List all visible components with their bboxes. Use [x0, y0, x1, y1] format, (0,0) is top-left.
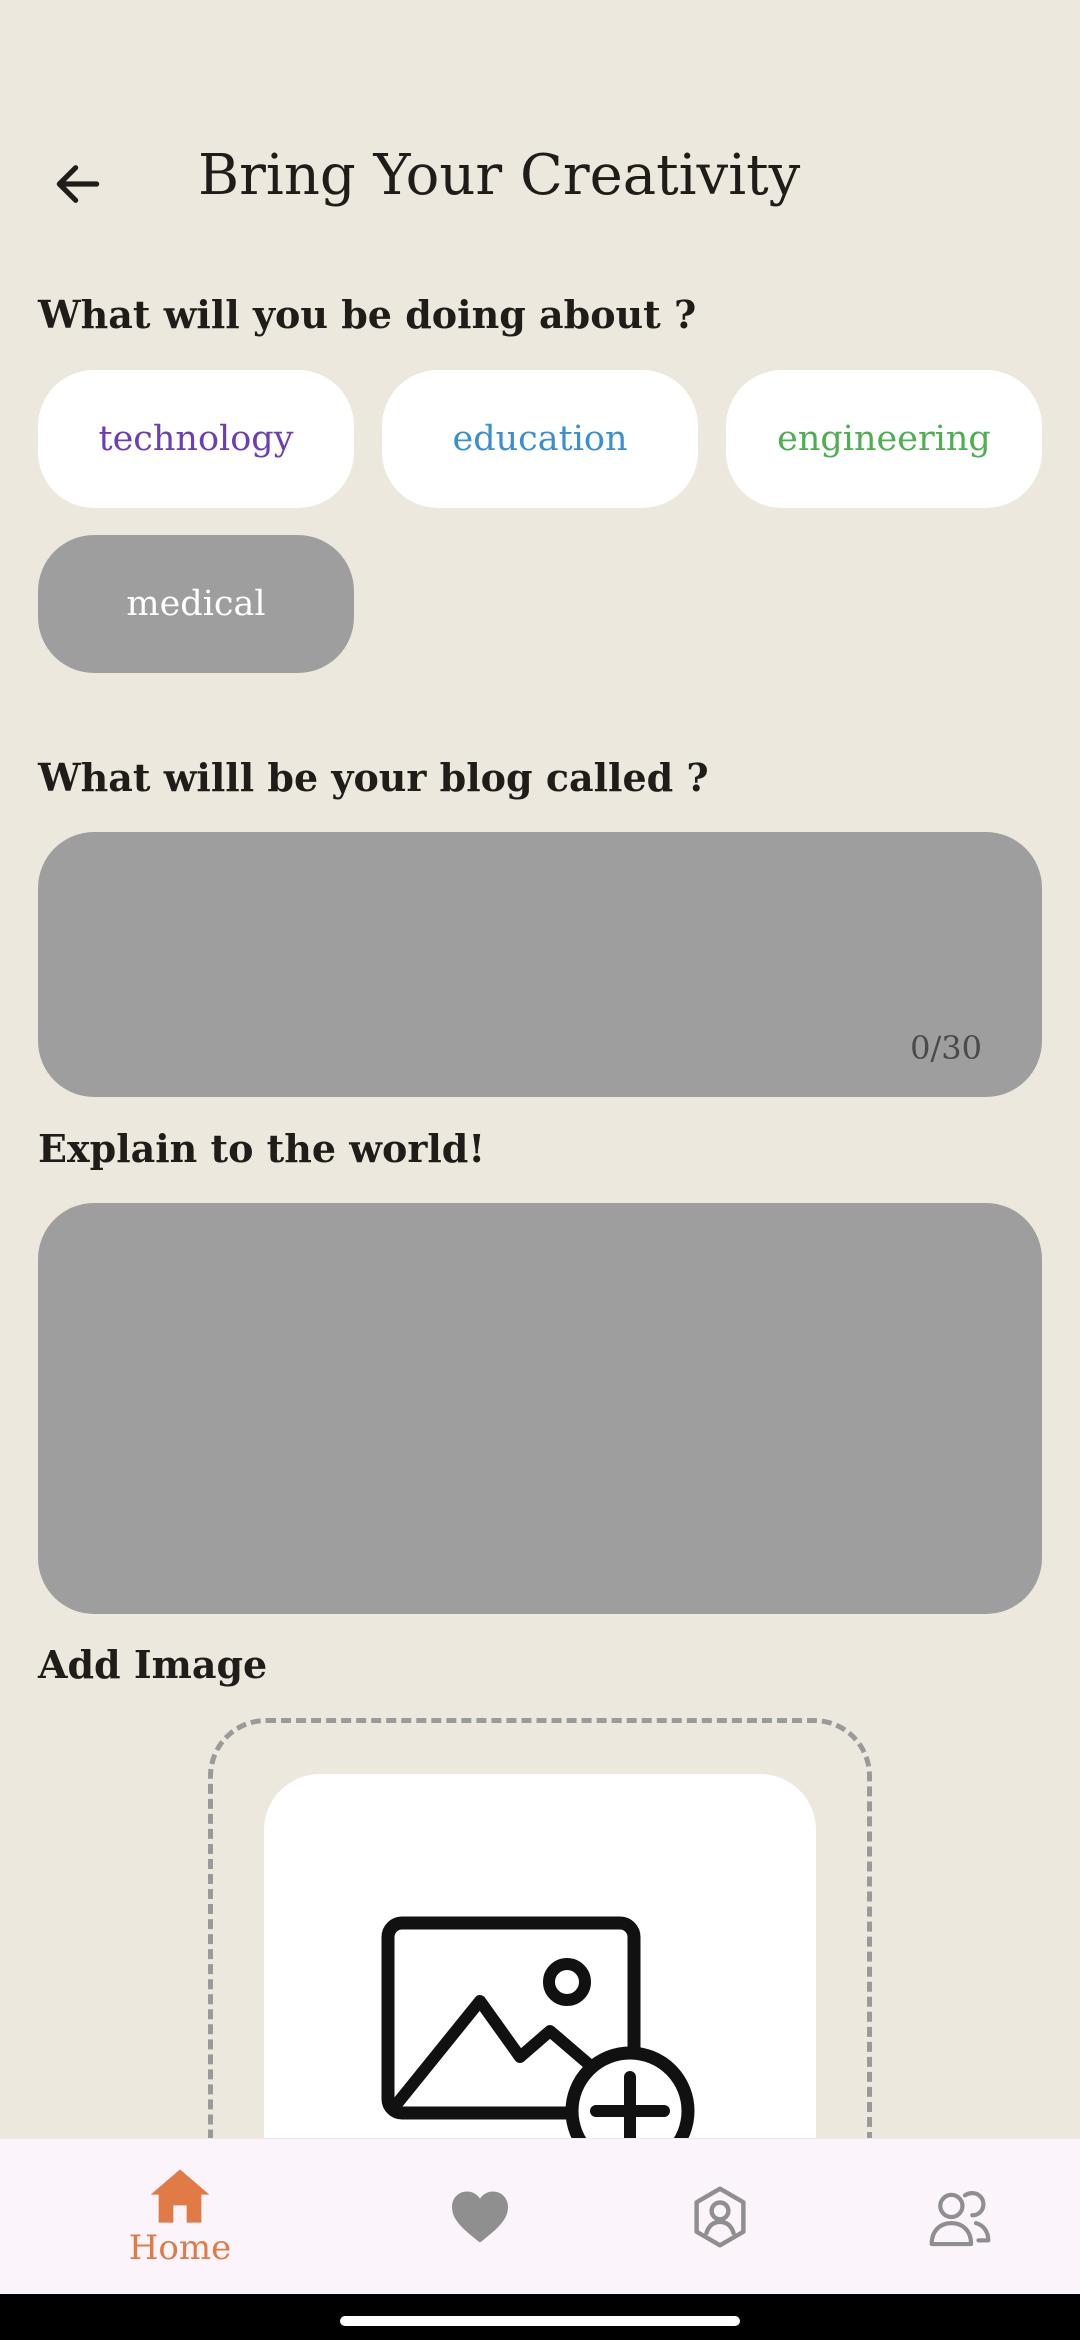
- description-label: Explain to the world!: [38, 1126, 486, 1171]
- app-screen: Bring Your Creativity What will you be d…: [0, 0, 1080, 2340]
- heart-icon: [452, 2191, 508, 2243]
- people-icon: [929, 2191, 991, 2247]
- chip-education[interactable]: education: [382, 370, 698, 508]
- bottom-navigation: Home: [0, 2138, 1080, 2294]
- add-photo-icon: [381, 1916, 695, 2175]
- system-gesture-bar: [0, 2294, 1080, 2340]
- nav-favorites[interactable]: [400, 2139, 560, 2295]
- nav-community[interactable]: [880, 2139, 1040, 2295]
- home-gesture-handle[interactable]: [340, 2316, 740, 2326]
- chip-engineering[interactable]: engineering: [726, 370, 1042, 508]
- description-input[interactable]: [38, 1203, 1042, 1614]
- top-app-bar: Bring Your Creativity: [0, 120, 1080, 232]
- chip-technology[interactable]: technology: [38, 370, 354, 508]
- topic-section-label: What will you be doing about ?: [38, 292, 697, 337]
- chip-medical[interactable]: medical: [38, 535, 354, 673]
- home-icon: [150, 2169, 210, 2223]
- nav-profile[interactable]: [640, 2139, 800, 2295]
- blog-name-label: What willl be your blog called ?: [38, 755, 709, 800]
- profile-icon: [694, 2186, 746, 2248]
- nav-home-label: Home: [128, 2228, 232, 2268]
- blog-name-input[interactable]: 0/30: [38, 832, 1042, 1097]
- nav-home[interactable]: Home: [100, 2139, 260, 2295]
- back-button[interactable]: [38, 144, 118, 224]
- add-image-label: Add Image: [38, 1642, 268, 1687]
- page-title: Bring Your Creativity: [198, 143, 801, 208]
- character-counter: 0/30: [910, 1029, 982, 1067]
- arrow-left-icon: [56, 165, 100, 203]
